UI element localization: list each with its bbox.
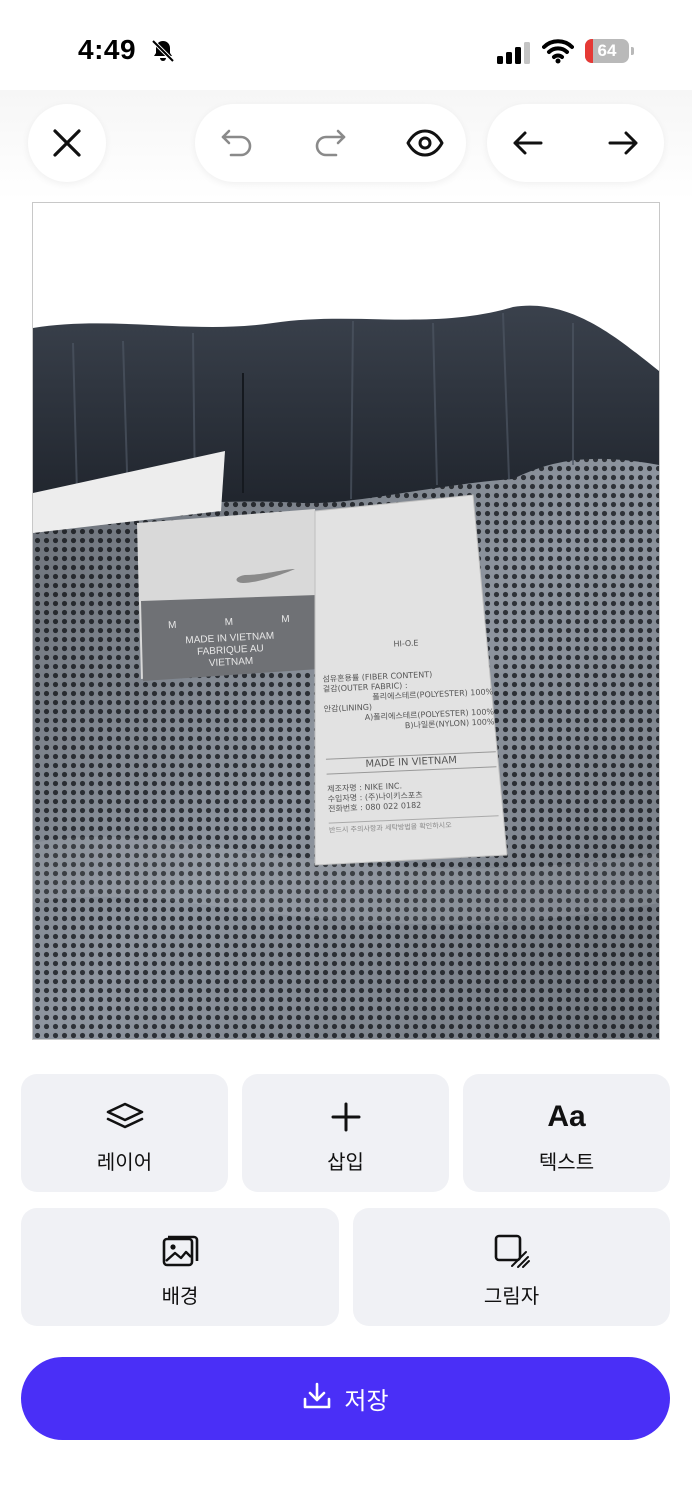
shadow-button[interactable]: 그림자 <box>353 1208 670 1326</box>
text-button[interactable]: Aa 텍스트 <box>463 1074 670 1192</box>
bell-muted-icon <box>150 38 176 64</box>
status-bar: 4:49 64 <box>0 0 692 100</box>
navigation-group <box>487 104 664 182</box>
battery-level: 64 <box>597 41 617 60</box>
text-label: 텍스트 <box>538 1152 595 1174</box>
download-icon <box>302 1381 332 1416</box>
layers-icon <box>21 1100 228 1134</box>
background-button[interactable]: 배경 <box>21 1208 339 1326</box>
plus-icon <box>242 1100 449 1134</box>
size-label: M <box>281 613 290 626</box>
photo-canvas[interactable]: M M M MADE IN VIETNAM FABRIQUE AU VIETNA… <box>32 202 660 1040</box>
close-icon <box>39 115 95 171</box>
wifi-icon <box>542 38 574 64</box>
size-label: M <box>224 616 234 629</box>
brand-label-text: M M M MADE IN VIETNAM FABRIQUE AU VIETNA… <box>144 613 316 674</box>
insert-label: 삽입 <box>327 1152 364 1174</box>
battery-icon: 64 <box>585 39 635 63</box>
text-aa-icon: Aa <box>547 1100 586 1133</box>
layer-button[interactable]: 레이어 <box>21 1074 228 1192</box>
shadow-icon <box>353 1234 670 1268</box>
save-button[interactable]: 저장 <box>21 1357 670 1440</box>
undo-icon <box>221 129 252 157</box>
garment-photo <box>33 305 659 1039</box>
save-label: 저장 <box>344 1388 389 1415</box>
care-label-origin: MADE IN VIETNAM <box>325 751 497 775</box>
status-time: 4:49 <box>78 34 137 65</box>
signal-icon <box>497 42 531 64</box>
close-button[interactable] <box>28 104 106 182</box>
insert-button[interactable]: 삽입 <box>242 1074 449 1192</box>
redo-icon <box>315 129 346 157</box>
layer-label: 레이어 <box>96 1152 153 1174</box>
next-button[interactable] <box>595 115 651 171</box>
edit-history-group <box>195 104 466 182</box>
arrow-left-icon <box>513 131 543 155</box>
redo-button[interactable] <box>302 115 358 171</box>
background-label: 배경 <box>161 1286 199 1308</box>
eye-icon <box>406 129 444 157</box>
care-label-text: HI-O.E 섬유혼용률 (FIBER CONTENT) 겉감(OUTER FA… <box>321 635 500 836</box>
size-label: M <box>167 619 177 632</box>
shadow-label: 그림자 <box>483 1286 540 1308</box>
image-icon <box>21 1234 339 1268</box>
preview-button[interactable] <box>397 115 453 171</box>
previous-button[interactable] <box>500 115 556 171</box>
undo-button[interactable] <box>209 115 265 171</box>
arrow-right-icon <box>608 131 638 155</box>
